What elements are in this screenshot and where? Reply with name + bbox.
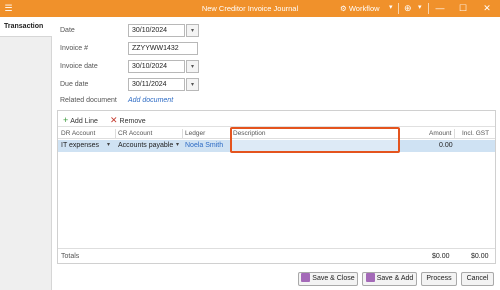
cr-account-chevron-down-icon[interactable]: ▾ [176,141,179,148]
title-bar: ☰ New Creditor Invoice Journal ⚙ Workflo… [0,0,500,17]
minimize-icon[interactable]: — [433,2,447,15]
total-amount: $0.00 [432,253,450,260]
totals-row: Totals $0.00 $0.00 [58,248,495,263]
close-icon[interactable]: ✕ [480,2,494,15]
remove-x-icon: ✕ [110,115,118,125]
add-document-link[interactable]: Add document [128,97,173,104]
due-date-label: Due date [60,81,89,88]
workflow-label: Workflow [348,4,380,13]
column-header-amount[interactable]: Amount [429,130,451,137]
cancel-label: Cancel [466,275,489,282]
column-header-cr-account[interactable]: CR Account [118,130,152,137]
totals-label: Totals [61,253,80,260]
invoice-date-field[interactable]: 30/10/2024 [128,60,185,73]
date-field[interactable]: 30/10/2024 [128,24,185,37]
invoice-date-label: Invoice date [60,63,98,70]
dr-account-cell[interactable]: IT expenses [61,142,99,149]
globe-chevron-down-icon[interactable]: ▾ [418,3,422,11]
save-close-label: Save & Close [312,275,355,282]
column-header-incl-gst[interactable]: Incl. GST [462,130,489,137]
total-incl-gst: $0.00 [471,253,489,260]
save-add-button[interactable]: Save & Add [362,272,417,286]
add-line-button[interactable]: + Add Line [63,115,98,125]
save-icon [301,272,311,282]
amount-cell[interactable]: 0.00 [439,142,453,149]
due-date-chevron-down-icon[interactable]: ▾ [186,78,199,91]
process-button[interactable]: Process [421,272,457,286]
process-label: Process [426,275,452,282]
date-chevron-down-icon[interactable]: ▾ [186,24,199,37]
window-title: New Creditor Invoice Journal [201,4,299,13]
save-close-button[interactable]: Save & Close [298,272,358,286]
dr-account-chevron-down-icon[interactable]: ▾ [107,141,110,148]
remove-button[interactable]: ✕ Remove [110,115,146,126]
remove-label: Remove [119,118,146,125]
column-divider [182,129,183,138]
add-line-label: Add Line [70,118,98,125]
ledger-cell[interactable]: Noela Smith [185,142,223,149]
invoice-number-label: Invoice # [60,45,89,52]
tab-transaction[interactable]: Transaction [0,17,52,37]
maximize-icon[interactable]: ☐ [456,2,470,15]
plus-icon: + [63,115,69,125]
cr-account-cell[interactable]: Accounts payable [118,142,173,149]
invoice-date-chevron-down-icon[interactable]: ▾ [186,60,199,73]
description-highlight-box [230,127,400,153]
column-divider [115,129,116,138]
grid-toolbar: + Add Line ✕ Remove [58,111,495,127]
save-add-label: Save & Add [376,275,414,282]
title-divider [428,3,429,14]
column-divider [454,129,455,138]
related-document-label: Related document [60,97,117,104]
cancel-button[interactable]: Cancel [461,272,494,286]
date-label: Date [60,27,75,34]
invoice-number-field[interactable]: ZZYYWW1432 [128,42,198,55]
sidebar: Transaction [0,17,52,290]
workflow-button[interactable]: ⚙ Workflow [340,4,380,13]
workflow-chevron-down-icon[interactable]: ▾ [389,3,393,11]
workflow-icon: ⚙ [340,4,347,13]
title-divider [398,3,399,14]
save-icon [365,272,375,282]
column-header-ledger[interactable]: Ledger [185,130,205,137]
globe-icon[interactable]: ⊕ [404,3,412,14]
column-header-dr-account[interactable]: DR Account [61,130,95,137]
due-date-field[interactable]: 30/11/2024 [128,78,185,91]
